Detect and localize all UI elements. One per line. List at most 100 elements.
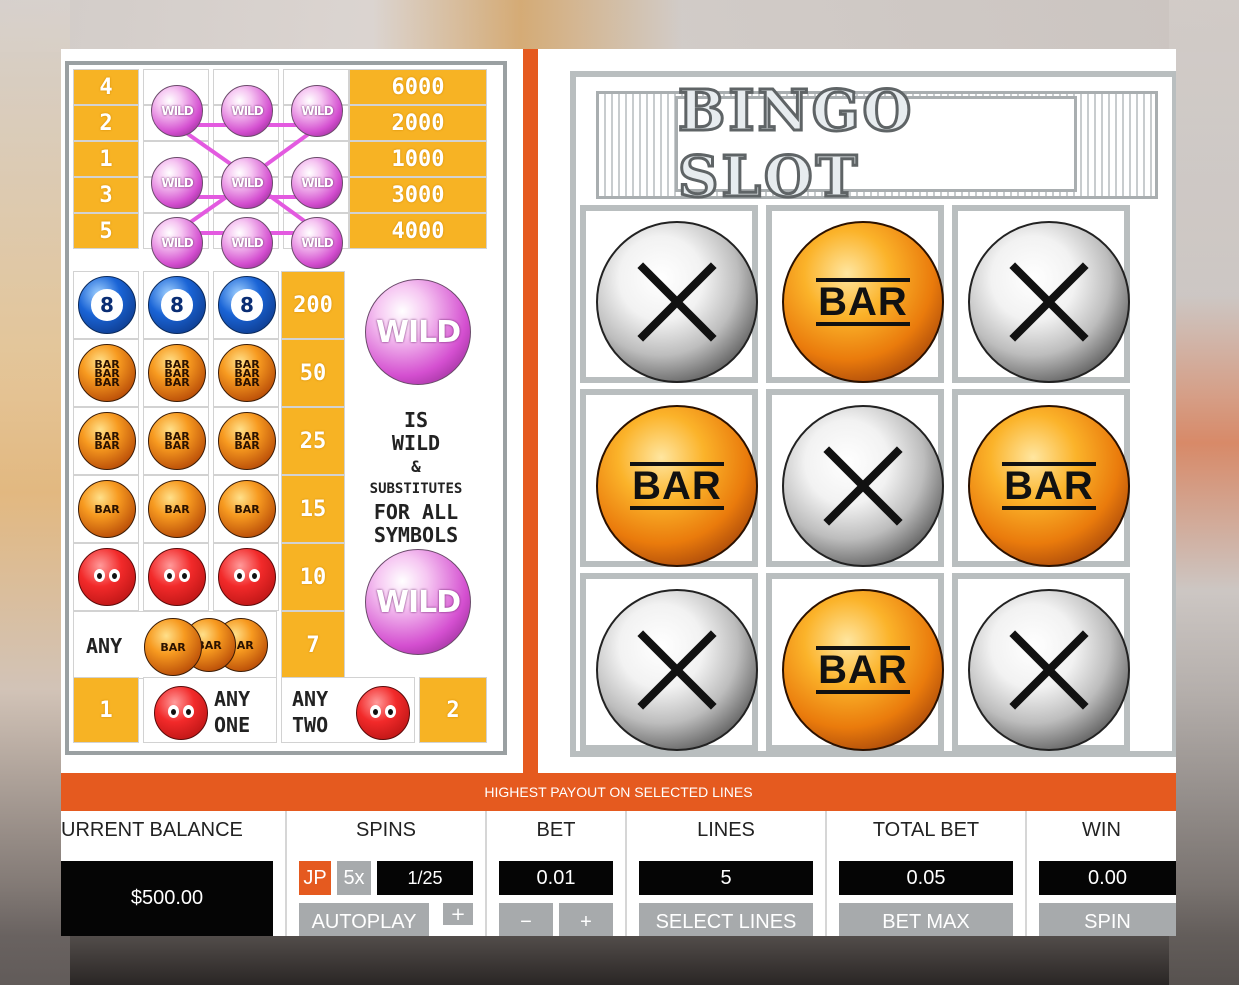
symbol-cell: BAR BAR BAR <box>143 339 209 407</box>
triple-bar-ball-icon: BAR BAR BAR <box>148 344 206 402</box>
spin-button[interactable]: SPIN <box>1039 903 1176 936</box>
wild-ball-icon: WILD <box>291 217 343 269</box>
game-title: BINGO SLOT <box>677 77 915 212</box>
double-bar-ball-icon: BAR BAR <box>78 412 136 470</box>
any-two-line2: TWO <box>292 713 329 737</box>
any-one-line1: ANY <box>214 687 251 711</box>
jp-button[interactable]: JP <box>299 861 331 895</box>
autoplay-plus-button[interactable]: + <box>443 903 473 925</box>
red-face-ball-icon <box>154 686 208 740</box>
symbol-cell: BAR <box>73 475 139 543</box>
eight-ball-icon: 8 <box>78 276 136 334</box>
symbol-cell: BAR <box>213 475 279 543</box>
x-symbol-ball <box>596 221 758 383</box>
any-label: ANY <box>86 634 123 658</box>
total-bet-value: 0.05 <box>839 861 1013 895</box>
symbol-cell: BAR BAR BAR <box>213 339 279 407</box>
double-bar-ball-icon: BAR BAR <box>218 412 276 470</box>
red-face-ball-icon <box>148 548 206 606</box>
line-number: 4 <box>73 69 139 105</box>
lines-value: 5 <box>639 861 813 895</box>
wild-text-line: IS <box>403 408 429 432</box>
wild-text-line: SUBSTITUTES <box>369 481 463 497</box>
symbol-cell: 8 <box>213 271 279 339</box>
any-two-line1: ANY <box>292 687 329 711</box>
reel-cell <box>580 573 758 751</box>
bet-minus-button[interactable]: − <box>499 903 553 936</box>
lines-section: LINES 5 SELECT LINES <box>627 811 827 936</box>
line-payout: 3000 <box>349 177 487 213</box>
line-number: 5 <box>73 213 139 249</box>
combo-payout: 200 <box>281 271 345 339</box>
symbol-cell <box>73 543 139 611</box>
any-two-count: 2 <box>419 677 487 743</box>
eight-ball-icon: 8 <box>148 276 206 334</box>
bet-plus-button[interactable]: + <box>559 903 613 936</box>
symbol-cell: 8 <box>143 271 209 339</box>
symbol-cell: BAR BAR <box>213 407 279 475</box>
slot-game: 4 6000 2 2000 1 1000 3 3000 5 4000 WILD WILD WILD WIL… <box>61 49 1176 936</box>
any-one-count: 1 <box>73 677 139 743</box>
autoplay-button[interactable]: AUTOPLAY <box>299 903 429 936</box>
reel-cell: BAR <box>766 573 944 751</box>
reel-cell <box>580 205 758 383</box>
wild-ball-icon: WILD <box>291 157 343 209</box>
double-bar-ball-icon: BAR BAR <box>148 412 206 470</box>
payout-strip: HIGHEST PAYOUT ON SELECTED LINES <box>61 773 1176 811</box>
wild-ball-icon: WILD <box>221 85 273 137</box>
spins-count: 1/25 <box>377 861 473 895</box>
reel-cell <box>952 205 1130 383</box>
bet-section: BET 0.01 − + <box>487 811 627 936</box>
eight-ball-icon: 8 <box>218 276 276 334</box>
line-payout: 4000 <box>349 213 487 249</box>
lines-label: LINES <box>697 819 755 841</box>
line-number: 3 <box>73 177 139 213</box>
reels-panel: BINGO SLOT BAR BAR BAR BAR <box>538 49 1176 773</box>
reel-cell: BAR <box>766 205 944 383</box>
any-two-cell: ANY TWO <box>281 677 415 743</box>
symbol-cell: BAR BAR BAR <box>73 339 139 407</box>
wild-description-cell: WILD IS WILD & SUBSTITUTES FOR ALL SYMBO… <box>345 271 487 673</box>
bar-symbol-ball: BAR <box>596 405 758 567</box>
wild-ball-icon: WILD <box>365 549 471 655</box>
red-face-ball-icon <box>78 548 136 606</box>
reel-cell: BAR <box>580 389 758 567</box>
symbol-cell <box>143 543 209 611</box>
combo-payout: 50 <box>281 339 345 407</box>
total-bet-section: TOTAL BET 0.05 BET MAX <box>827 811 1027 936</box>
reel-cell <box>766 389 944 567</box>
balance-label: URRENT BALANCE <box>61 819 243 841</box>
combo-payout: 7 <box>281 611 345 679</box>
red-face-ball-icon <box>356 686 410 740</box>
combo-payout: 10 <box>281 543 345 611</box>
wild-text-line: FOR ALL <box>373 500 459 524</box>
x-symbol-ball <box>968 589 1130 751</box>
5x-button[interactable]: 5x <box>337 861 371 895</box>
single-bar-ball-icon: BAR <box>78 480 136 538</box>
symbol-cell: BAR <box>143 475 209 543</box>
spins-label: SPINS <box>355 819 417 841</box>
bet-max-button[interactable]: BET MAX <box>839 903 1013 936</box>
any-one-cell: ANY ONE <box>143 677 277 743</box>
wild-text-line: & <box>411 457 421 476</box>
bar-symbol-ball: BAR <box>782 221 944 383</box>
reel-cell <box>952 573 1130 751</box>
any-bar-cell: ANY BAR BAR BAR <box>73 611 277 679</box>
bar-symbol-ball: BAR <box>782 589 944 751</box>
line-number: 1 <box>73 141 139 177</box>
wild-text-line: SYMBOLS <box>373 523 459 547</box>
wild-ball-icon: WILD <box>221 157 273 209</box>
spins-section: SPINS JP 5x 1/25 AUTOPLAY + <box>287 811 487 936</box>
bar-ball-icon: BAR <box>144 618 202 676</box>
wild-ball-icon: WILD <box>291 85 343 137</box>
symbol-cell: BAR BAR <box>73 407 139 475</box>
win-section: WIN 0.00 SPIN <box>1027 811 1176 936</box>
line-number: 2 <box>73 105 139 141</box>
triple-bar-ball-icon: BAR BAR BAR <box>78 344 136 402</box>
wild-text-line: WILD <box>391 431 441 455</box>
combo-payout: 25 <box>281 407 345 475</box>
select-lines-button[interactable]: SELECT LINES <box>639 903 813 936</box>
win-label: WIN <box>1082 819 1121 841</box>
paytable-frame: 4 6000 2 2000 1 1000 3 3000 5 4000 WILD WILD WILD WIL… <box>65 61 507 755</box>
reels-frame: BINGO SLOT BAR BAR BAR BAR <box>570 71 1176 757</box>
